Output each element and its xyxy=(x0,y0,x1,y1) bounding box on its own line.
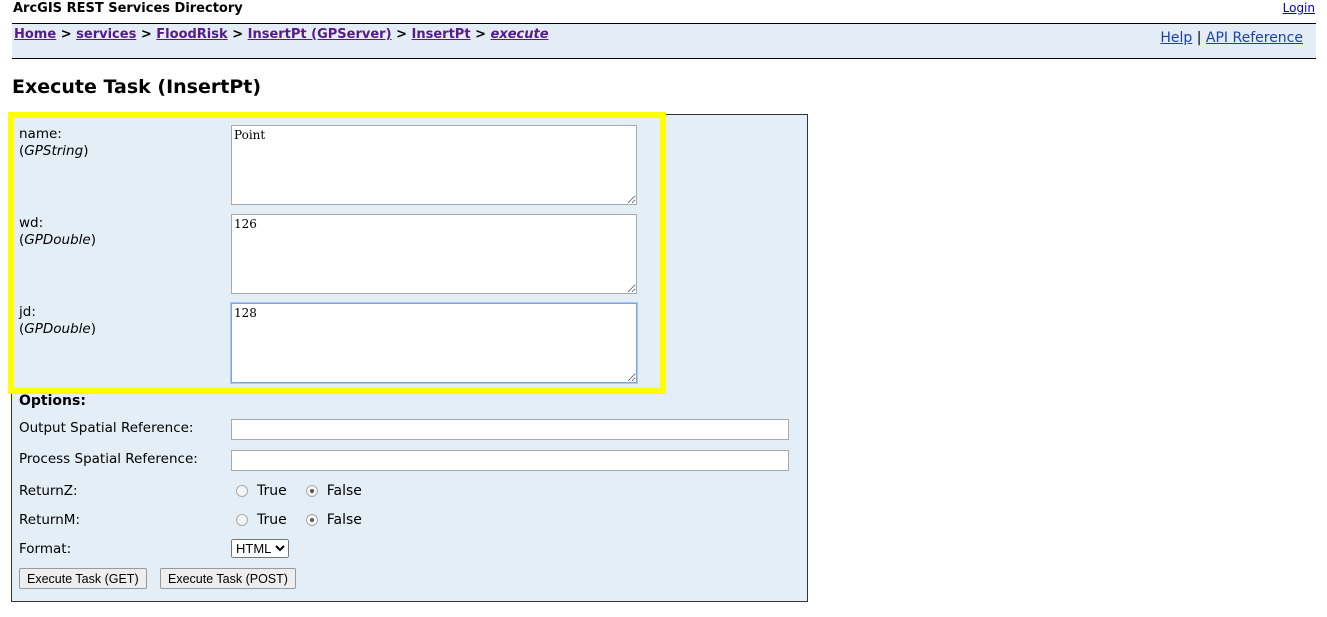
format-label: Format: xyxy=(19,541,72,557)
process-sr-input[interactable] xyxy=(231,450,789,471)
crumb-home[interactable]: Home xyxy=(14,27,56,42)
execute-post-button[interactable]: Execute Task (POST) xyxy=(160,568,296,589)
login-link[interactable]: Login xyxy=(1283,1,1315,15)
returnm-false-radio[interactable] xyxy=(305,514,318,526)
crumb-services[interactable]: services xyxy=(76,27,136,42)
crumb-floodrisk[interactable]: FloodRisk xyxy=(156,27,227,42)
options-heading: Options: xyxy=(19,393,86,409)
breadcrumb: Home > services > FloodRisk > InsertPt (… xyxy=(14,27,549,42)
output-sr-label: Output Spatial Reference: xyxy=(19,420,194,436)
link-sep: | xyxy=(1196,30,1202,46)
format-select[interactable]: HTML xyxy=(231,539,289,558)
jd-textarea[interactable] xyxy=(230,302,638,384)
param-label-wd: wd: (GPDouble) xyxy=(19,215,97,248)
crumb-sep: > xyxy=(232,27,244,42)
returnz-false-radio[interactable] xyxy=(305,485,318,497)
crumb-sep: > xyxy=(60,27,72,42)
returnm-label: ReturnM: xyxy=(19,512,80,528)
page-title: Execute Task (InsertPt) xyxy=(12,76,262,98)
radio-label: False xyxy=(326,512,362,528)
crumb-sep: > xyxy=(396,27,407,42)
returnz-true-radio[interactable] xyxy=(236,485,248,497)
radio-label: False xyxy=(326,483,362,499)
radio-label: True xyxy=(257,512,287,528)
radio-label: True xyxy=(257,483,287,499)
api-reference-link[interactable]: API Reference xyxy=(1206,30,1303,46)
help-links: Help | API Reference xyxy=(1160,30,1303,46)
crumb-sep: > xyxy=(475,27,486,42)
process-sr-label: Process Spatial Reference: xyxy=(19,451,198,467)
breadcrumb-bar: Home > services > FloodRisk > InsertPt (… xyxy=(12,23,1316,59)
name-textarea[interactable] xyxy=(231,125,637,205)
wd-textarea[interactable] xyxy=(231,214,637,294)
execute-get-button[interactable]: Execute Task (GET) xyxy=(19,568,147,589)
app-title: ArcGIS REST Services Directory xyxy=(13,1,243,16)
returnz-radios: True False xyxy=(236,483,362,499)
returnm-true-radio[interactable] xyxy=(236,514,248,526)
crumb-gpserver[interactable]: InsertPt (GPServer) xyxy=(248,27,392,42)
crumb-insertpt[interactable]: InsertPt xyxy=(412,27,471,42)
help-link[interactable]: Help xyxy=(1160,30,1192,46)
param-label-name: name: (GPString) xyxy=(19,126,89,159)
output-sr-input[interactable] xyxy=(231,419,789,440)
crumb-sep: > xyxy=(140,27,152,42)
returnz-label: ReturnZ: xyxy=(19,483,78,499)
crumb-execute[interactable]: execute xyxy=(491,27,549,42)
returnm-radios: True False xyxy=(236,512,362,528)
param-label-jd: jd: (GPDouble) xyxy=(19,304,97,337)
